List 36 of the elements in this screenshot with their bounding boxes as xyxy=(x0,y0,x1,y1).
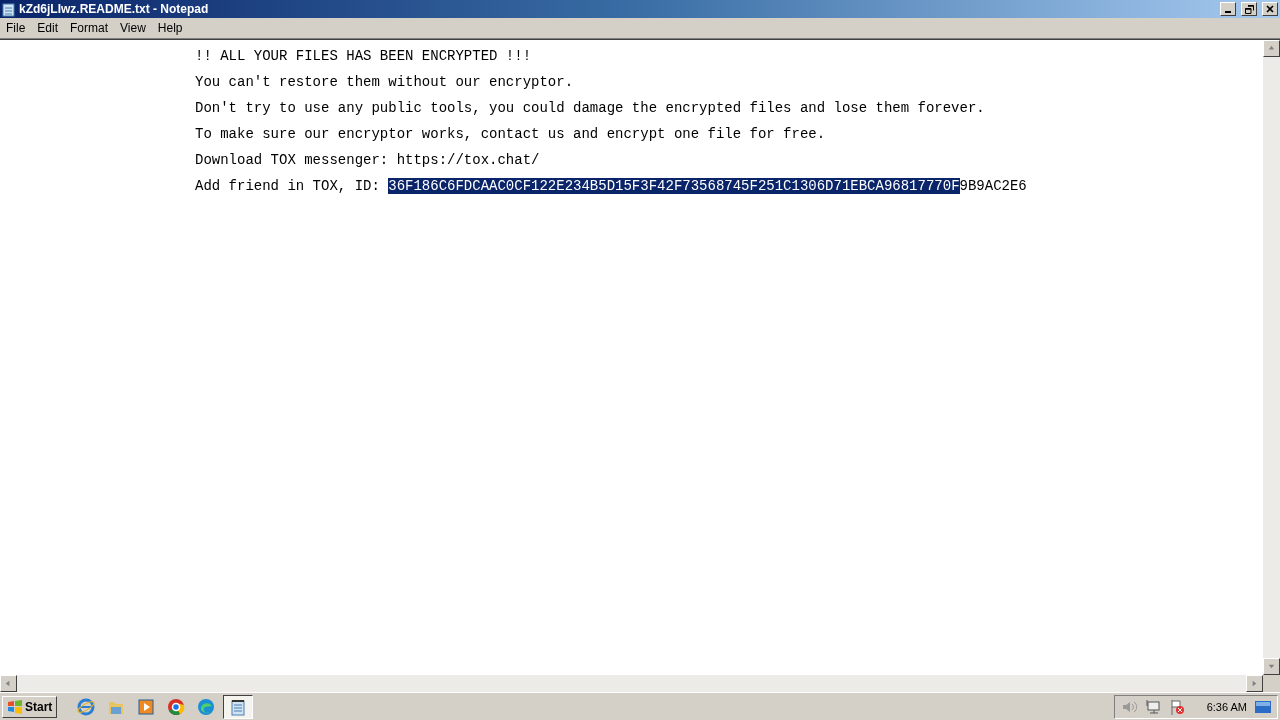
menu-item[interactable]: View xyxy=(114,21,152,35)
restore-button[interactable] xyxy=(1241,2,1257,16)
menu-item[interactable]: Edit xyxy=(31,21,65,35)
minimize-button[interactable] xyxy=(1220,2,1236,16)
menu-item[interactable]: Help xyxy=(151,21,189,35)
vertical-scrollbar[interactable] xyxy=(1263,40,1280,675)
notepad-icon xyxy=(2,1,16,17)
show-desktop-icon[interactable] xyxy=(1255,700,1271,714)
text-line: Add friend in TOX, ID: xyxy=(195,178,381,194)
arrow-down-icon xyxy=(1267,662,1276,671)
horizontal-scrollbar[interactable] xyxy=(0,675,1263,692)
arrow-right-icon xyxy=(1250,679,1259,688)
menu-item[interactable]: File xyxy=(0,21,32,35)
restore-icon xyxy=(1244,4,1254,14)
notepad-icon xyxy=(229,698,248,716)
clock[interactable]: 6:36 AM xyxy=(1206,701,1247,713)
windows-logo-icon xyxy=(7,700,23,714)
window-title: kZd6jLIwz.README.txt - Notepad xyxy=(19,2,210,16)
selected-text: 36F186C6FDCAAC0CF122E234B5D15F3F42F73568745F251C1306D71EBCA96817770F xyxy=(388,178,960,194)
edge-icon xyxy=(197,698,216,716)
text-line: You can't restore them without our encryptor. xyxy=(195,74,574,90)
text-line: Download TOX messenger: https://tox.chat/ xyxy=(195,152,540,168)
taskbar-app-button[interactable] xyxy=(223,695,254,719)
start-button[interactable]: Start xyxy=(2,696,58,718)
text-line: 9B9AC2E6 xyxy=(959,178,1027,194)
flag-error-icon[interactable] xyxy=(1168,699,1185,715)
text-line: !! ALL YOUR FILES HAS BEEN ENCRYPTED !!! xyxy=(195,48,532,64)
network-icon[interactable] xyxy=(1144,699,1161,715)
menu-item[interactable]: Format xyxy=(64,21,115,35)
close-button[interactable] xyxy=(1262,2,1278,16)
globe-icon xyxy=(77,698,96,716)
text-line: To make sure our encryptor works, contact us and encrypt one file for free. xyxy=(195,126,826,142)
chrome-icon xyxy=(167,698,186,716)
close-icon xyxy=(1266,5,1274,13)
play-icon xyxy=(137,698,156,716)
text-line: Don't try to use any public tools, you could damage the encrypted files and lose them forever. xyxy=(195,100,985,116)
